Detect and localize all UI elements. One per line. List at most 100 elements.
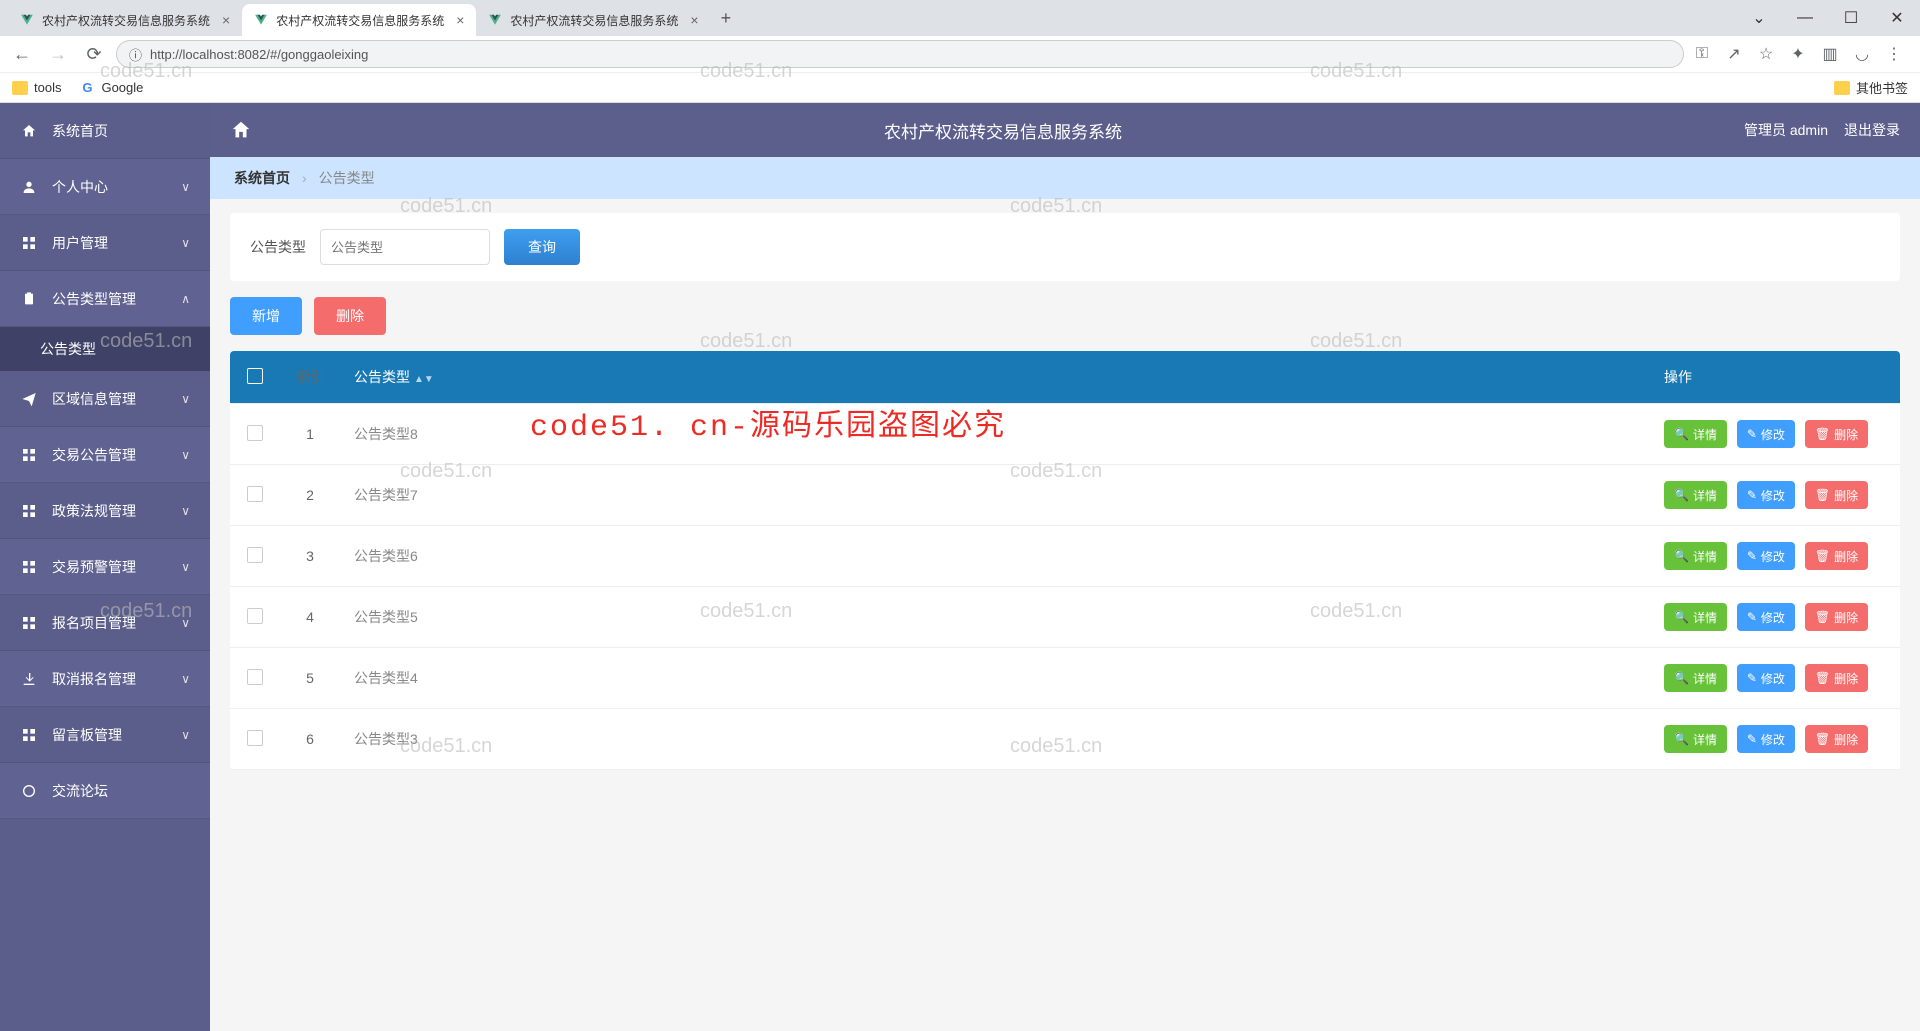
url-input[interactable]: ⓘ http://localhost:8082/#/gonggaoleixing xyxy=(116,40,1684,68)
grid-icon xyxy=(20,235,38,251)
row-checkbox[interactable] xyxy=(247,730,263,746)
detail-button[interactable]: 🔍详情 xyxy=(1664,420,1727,448)
sidebar-item[interactable]: 留言板管理∨ xyxy=(0,707,210,763)
edit-button[interactable]: ✎修改 xyxy=(1737,420,1795,448)
minimize-icon[interactable]: — xyxy=(1782,0,1828,36)
forward-icon[interactable]: → xyxy=(44,40,72,68)
sidebar-item[interactable]: 报名项目管理∨ xyxy=(0,595,210,651)
vue-icon xyxy=(20,13,34,27)
puzzle-icon[interactable]: ✦ xyxy=(1788,44,1808,64)
search-icon: 🔍 xyxy=(1674,427,1689,441)
menu-icon[interactable]: ⋮ xyxy=(1884,44,1904,64)
chevron-down-icon: ∨ xyxy=(181,448,190,462)
detail-button[interactable]: 🔍详情 xyxy=(1664,664,1727,692)
sidebar-item[interactable]: 公告类型管理∧ xyxy=(0,271,210,327)
sort-icon[interactable]: ▲▼ xyxy=(414,377,434,383)
star-icon[interactable]: ☆ xyxy=(1756,44,1776,64)
sidebar-item[interactable]: 交易预警管理∨ xyxy=(0,539,210,595)
row-delete-button[interactable]: 🗑删除 xyxy=(1805,542,1868,570)
main-panel: 农村产权流转交易信息服务系统 管理员 admin 退出登录 系统首页 › 公告类… xyxy=(210,103,1920,1031)
bookmark-google[interactable]: GGoogle xyxy=(79,80,143,96)
chevron-down-icon: ∨ xyxy=(181,392,190,406)
clipboard-icon xyxy=(20,291,38,307)
sidebar-item[interactable]: 个人中心∨ xyxy=(0,159,210,215)
chevron-down-icon[interactable]: ⌄ xyxy=(1736,0,1782,36)
grid-icon xyxy=(20,727,38,743)
browser-tab[interactable]: 农村产权流转交易信息服务系统 × xyxy=(476,4,710,36)
sidebar-sub-item[interactable]: 公告类型 xyxy=(0,327,210,371)
close-window-icon[interactable]: ✕ xyxy=(1874,0,1920,36)
query-button[interactable]: 查询 xyxy=(504,229,580,265)
select-all-checkbox[interactable] xyxy=(247,368,263,384)
row-delete-button[interactable]: 🗑删除 xyxy=(1805,603,1868,631)
table-row: 6 公告类型3 🔍详情 ✎修改 🗑删除 xyxy=(230,709,1900,770)
row-delete-button[interactable]: 🗑删除 xyxy=(1805,420,1868,448)
bookmark-tools[interactable]: tools xyxy=(12,80,61,95)
grid-icon xyxy=(20,615,38,631)
logout-link[interactable]: 退出登录 xyxy=(1844,120,1900,140)
search-input[interactable] xyxy=(320,229,490,265)
trash-icon: 🗑 xyxy=(1815,671,1830,685)
download-icon xyxy=(20,671,38,687)
sidebar-item[interactable]: 系统首页 xyxy=(0,103,210,159)
sidebar-label: 交易预警管理 xyxy=(52,557,136,577)
col-type[interactable]: 公告类型▲▼ xyxy=(340,351,1650,404)
back-icon[interactable]: ← xyxy=(8,40,36,68)
close-icon[interactable]: × xyxy=(222,12,230,28)
row-index: 6 xyxy=(280,709,340,770)
chevron-down-icon: ∨ xyxy=(181,672,190,686)
edit-button[interactable]: ✎修改 xyxy=(1737,603,1795,631)
sidebar-item[interactable]: 交易公告管理∨ xyxy=(0,427,210,483)
row-type: 公告类型4 xyxy=(340,648,1650,709)
edit-button[interactable]: ✎修改 xyxy=(1737,481,1795,509)
sidebar-item[interactable]: 交流论坛 xyxy=(0,763,210,819)
tab-title: 农村产权流转交易信息服务系统 xyxy=(42,12,210,29)
maximize-icon[interactable]: ☐ xyxy=(1828,0,1874,36)
user-icon xyxy=(20,179,38,195)
avatar-icon[interactable]: ◡ xyxy=(1852,44,1872,64)
sidebar-item[interactable]: 政策法规管理∨ xyxy=(0,483,210,539)
edit-button[interactable]: ✎修改 xyxy=(1737,664,1795,692)
bookmark-other[interactable]: 其他书签 xyxy=(1834,78,1908,97)
row-type: 公告类型7 xyxy=(340,465,1650,526)
delete-button[interactable]: 删除 xyxy=(314,297,386,335)
trash-icon: 🗑 xyxy=(1815,610,1830,624)
row-checkbox[interactable] xyxy=(247,425,263,441)
sidebar-item[interactable]: 用户管理∨ xyxy=(0,215,210,271)
close-icon[interactable]: × xyxy=(690,12,698,28)
reload-icon[interactable]: ⟳ xyxy=(80,40,108,68)
sidebar-label: 取消报名管理 xyxy=(52,669,136,689)
detail-button[interactable]: 🔍详情 xyxy=(1664,542,1727,570)
row-checkbox[interactable] xyxy=(247,608,263,624)
edit-button[interactable]: ✎修改 xyxy=(1737,725,1795,753)
row-checkbox[interactable] xyxy=(247,486,263,502)
row-checkbox[interactable] xyxy=(247,547,263,563)
row-checkbox[interactable] xyxy=(247,669,263,685)
detail-button[interactable]: 🔍详情 xyxy=(1664,603,1727,631)
share-icon[interactable]: ↗ xyxy=(1724,44,1744,64)
trash-icon: 🗑 xyxy=(1815,488,1830,502)
detail-button[interactable]: 🔍详情 xyxy=(1664,481,1727,509)
row-type: 公告类型8 xyxy=(340,404,1650,465)
breadcrumb-home[interactable]: 系统首页 xyxy=(234,168,290,188)
sidebar-item[interactable]: 取消报名管理 ∨ xyxy=(0,651,210,707)
chevron-down-icon: ∨ xyxy=(181,504,190,518)
browser-tab-active[interactable]: 农村产权流转交易信息服务系统 × xyxy=(242,4,476,36)
add-button[interactable]: 新增 xyxy=(230,297,302,335)
row-delete-button[interactable]: 🗑删除 xyxy=(1805,725,1868,753)
close-icon[interactable]: × xyxy=(456,12,464,28)
google-icon: G xyxy=(79,80,95,96)
edit-button[interactable]: ✎修改 xyxy=(1737,542,1795,570)
home-icon xyxy=(230,119,252,141)
row-delete-button[interactable]: 🗑删除 xyxy=(1805,481,1868,509)
sidebar-item[interactable]: 区域信息管理∨ xyxy=(0,371,210,427)
panel-icon[interactable]: ▥ xyxy=(1820,44,1840,64)
grid-icon xyxy=(20,447,38,463)
row-index: 4 xyxy=(280,587,340,648)
search-label: 公告类型 xyxy=(250,237,306,257)
detail-button[interactable]: 🔍详情 xyxy=(1664,725,1727,753)
row-delete-button[interactable]: 🗑删除 xyxy=(1805,664,1868,692)
key-icon[interactable]: ⚿ xyxy=(1692,44,1712,64)
new-tab-button[interactable]: + xyxy=(711,8,742,29)
browser-tab[interactable]: 农村产权流转交易信息服务系统 × xyxy=(8,4,242,36)
